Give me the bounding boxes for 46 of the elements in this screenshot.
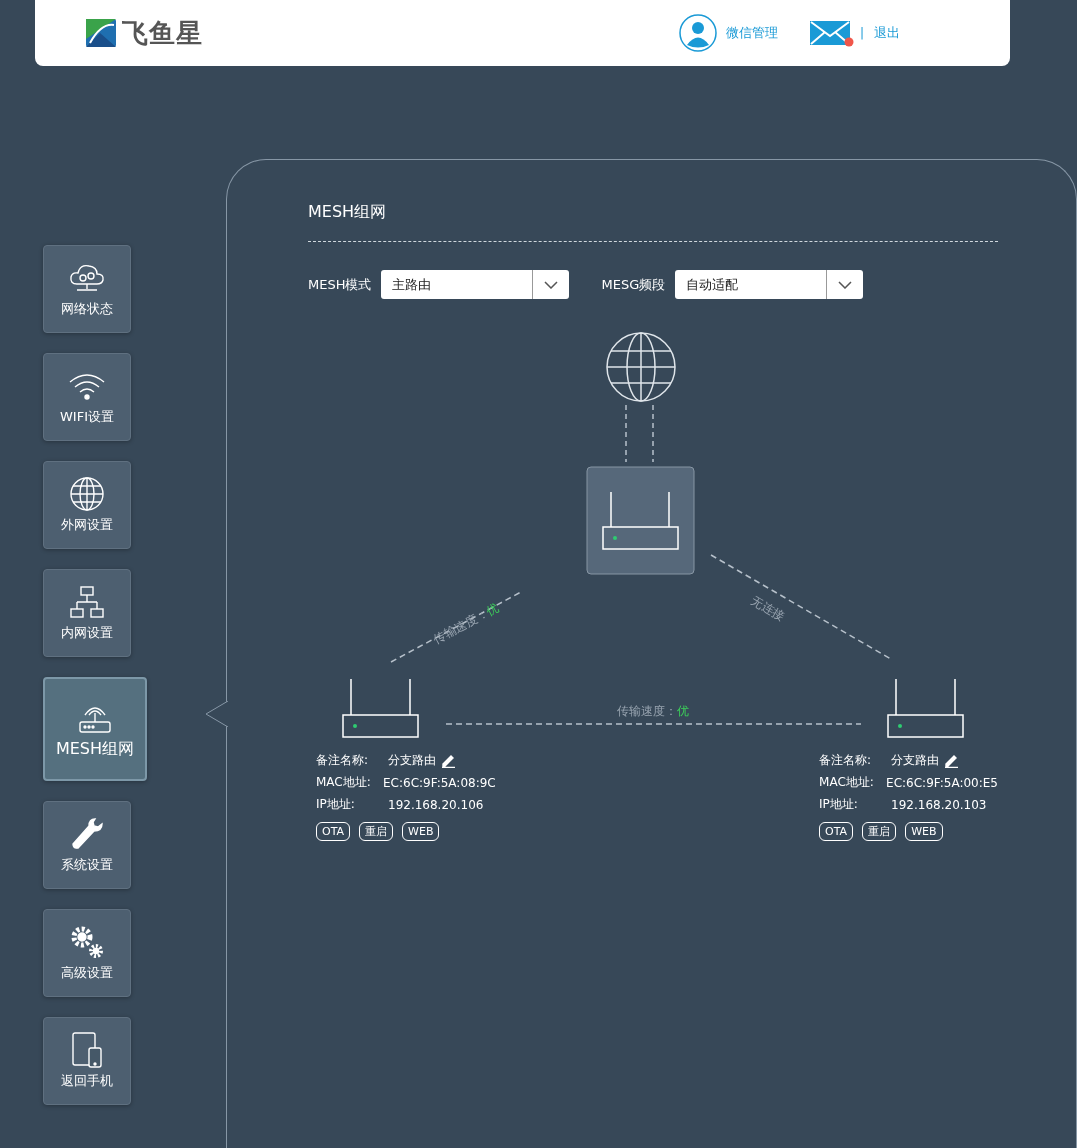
link-speed-label: 传输速度：优: [617, 704, 689, 718]
globe-icon: [606, 332, 676, 402]
sidebar-item[interactable]: 高级设置: [43, 909, 131, 997]
user-avatar-icon[interactable]: [678, 14, 717, 52]
node-name: 分支路由: [388, 752, 436, 769]
field-label: MESG频段: [601, 275, 666, 294]
logo-text: 飞鱼星: [122, 16, 203, 50]
globe-icon: [67, 476, 107, 512]
link-status-label: 无连接: [748, 593, 788, 624]
action-button[interactable]: 重启: [862, 822, 897, 841]
action-button[interactable]: WEB: [905, 822, 943, 841]
action-button[interactable]: 重启: [359, 822, 394, 841]
name-label: 备注名称:: [316, 752, 370, 769]
name-label: 备注名称:: [819, 752, 873, 769]
logo-icon: [86, 19, 116, 47]
sidebar-item[interactable]: 外网设置: [43, 461, 131, 549]
mail-icon[interactable]: [809, 19, 854, 47]
pencil-icon[interactable]: [944, 753, 960, 768]
mac-address: EC:6C:9F:5A:08:9C: [383, 775, 496, 790]
mac-address: EC:6C:9F:5A:00:E5: [886, 775, 998, 790]
ip-address: 192.168.20.106: [388, 797, 484, 812]
ip-address: 192.168.20.103: [891, 797, 987, 812]
lan-icon: [67, 584, 107, 620]
logout-link[interactable]: 退出: [874, 24, 900, 42]
separator-text: |: [859, 26, 864, 40]
ip-label: IP地址:: [316, 796, 356, 813]
action-button[interactable]: OTA: [819, 822, 854, 841]
sidebar-item[interactable]: 网络状态: [43, 245, 131, 333]
dropdown-field[interactable]: 自动适配: [675, 270, 864, 299]
action-button[interactable]: OTA: [316, 822, 351, 841]
uplink-line: [625, 404, 654, 463]
sidebar-item[interactable]: 返回手机: [43, 1017, 131, 1105]
field-label: MESH模式: [308, 275, 372, 294]
node-name: 分支路由: [891, 752, 940, 769]
sidebar-item[interactable]: 系统设置: [43, 801, 131, 889]
account-link[interactable]: 微信管理: [725, 24, 778, 42]
chevron-down-icon: [838, 280, 853, 289]
pencil-icon[interactable]: [441, 753, 456, 768]
sidebar-item[interactable]: MESH组网: [43, 677, 147, 781]
sidebar-item[interactable]: WIFI设置: [43, 353, 131, 441]
panel-title: MESH组网: [308, 202, 388, 223]
dropdown-field[interactable]: 主路由: [381, 270, 570, 299]
ip-label: IP地址:: [819, 796, 859, 813]
action-button[interactable]: WEB: [402, 822, 440, 841]
chevron-down-icon: [544, 280, 559, 289]
sidebar-item[interactable]: 内网设置: [43, 569, 131, 657]
